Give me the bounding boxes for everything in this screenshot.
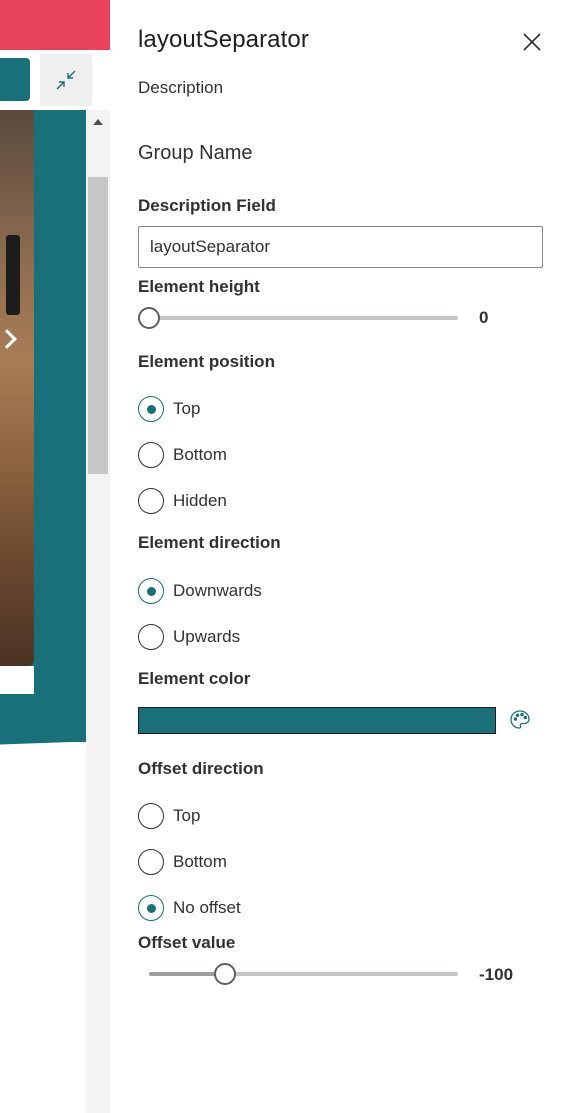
page-action-button[interactable]: [0, 58, 30, 101]
slider-thumb[interactable]: [138, 307, 160, 329]
radio-label: Top: [173, 399, 201, 418]
element-height-label: Element height: [138, 277, 260, 296]
slider-thumb[interactable]: [214, 963, 236, 985]
canvas-scrollbar[interactable]: [86, 110, 110, 1113]
element-direction-label: Element direction: [138, 533, 281, 552]
offset-option-bottom[interactable]: Bottom: [138, 848, 227, 876]
close-icon: [523, 33, 541, 51]
hero-image: [0, 110, 34, 666]
element-color-label: Element color: [138, 669, 251, 688]
page-header-bar: [0, 0, 110, 50]
offset-direction-label: Offset direction: [138, 759, 264, 778]
offset-option-no-offset[interactable]: No offset: [138, 894, 241, 922]
radio-label: No offset: [173, 898, 241, 917]
direction-option-upwards[interactable]: Upwards: [138, 623, 240, 651]
collapse-icon: [56, 70, 76, 90]
radio-label: Top: [173, 806, 201, 825]
direction-option-downwards[interactable]: Downwards: [138, 577, 262, 605]
position-option-top[interactable]: Top: [138, 395, 200, 423]
element-height-slider[interactable]: [138, 307, 458, 329]
radio-button[interactable]: [138, 895, 164, 921]
radio-label: Bottom: [173, 445, 227, 464]
radio-button[interactable]: [138, 849, 164, 875]
offset-option-top[interactable]: Top: [138, 802, 200, 830]
offset-value-value: -100: [479, 965, 514, 984]
card-gap: [0, 666, 34, 694]
scroll-up-icon[interactable]: [93, 119, 103, 125]
radio-label: Downwards: [173, 581, 262, 600]
phone-shape: [6, 235, 20, 315]
radio-button[interactable]: [138, 488, 164, 514]
offset-value-label: Offset value: [138, 933, 236, 952]
scrollbar-thumb[interactable]: [88, 177, 108, 474]
element-color-swatch[interactable]: [138, 707, 496, 734]
position-option-hidden[interactable]: Hidden: [138, 487, 227, 515]
radio-button[interactable]: [138, 396, 164, 422]
radio-button[interactable]: [138, 442, 164, 468]
slider-track: [149, 316, 458, 320]
position-option-bottom[interactable]: Bottom: [138, 441, 227, 469]
element-height-value: 0: [479, 308, 489, 327]
element-position-label: Element position: [138, 352, 275, 371]
radio-button[interactable]: [138, 624, 164, 650]
color-picker-button[interactable]: [506, 706, 534, 734]
property-pane: layoutSeparator Description Group Name D…: [110, 0, 565, 1113]
radio-button[interactable]: [138, 803, 164, 829]
close-button[interactable]: [518, 28, 546, 56]
offset-value-slider[interactable]: [138, 963, 458, 985]
pane-description: Description: [138, 78, 224, 97]
radio-label: Upwards: [173, 627, 241, 646]
palette-icon: [510, 710, 530, 729]
pane-title: layoutSeparator: [138, 26, 309, 53]
radio-label: Hidden: [173, 491, 227, 510]
collapse-button[interactable]: [40, 54, 92, 106]
radio-button[interactable]: [138, 578, 164, 604]
group-name: Group Name: [138, 142, 253, 164]
carousel-next-icon[interactable]: [0, 329, 17, 349]
radio-label: Bottom: [173, 852, 227, 871]
description-field-label: Description Field: [138, 196, 276, 215]
description-field-input[interactable]: [138, 226, 543, 268]
